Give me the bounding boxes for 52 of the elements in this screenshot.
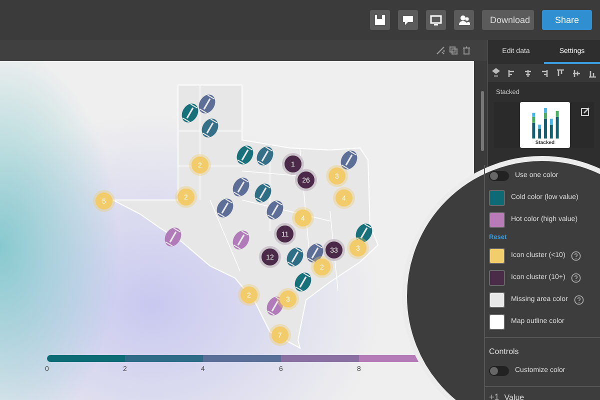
trash-icon[interactable] [462, 46, 471, 55]
toggle-switch[interactable] [489, 366, 509, 376]
color-swatch[interactable] [489, 190, 505, 206]
align-bottom-icon[interactable] [588, 68, 596, 78]
football-icon[interactable] [198, 94, 216, 114]
football-icon[interactable] [306, 244, 324, 262]
toggle-switch[interactable] [489, 171, 509, 181]
color-swatch[interactable] [489, 314, 505, 330]
football-icon[interactable] [202, 118, 218, 138]
help-icon[interactable] [571, 273, 582, 283]
monitor-icon [430, 14, 442, 26]
football-icon[interactable] [294, 272, 312, 292]
football-icon[interactable] [340, 150, 358, 170]
help-icon[interactable] [571, 251, 582, 261]
magic-wand-icon[interactable] [436, 46, 445, 55]
align-middle-icon[interactable] [572, 68, 580, 78]
color-swatch[interactable] [489, 212, 505, 228]
football-icon[interactable] [266, 200, 284, 220]
monitor-button[interactable] [426, 10, 446, 30]
people-button[interactable] [454, 10, 474, 30]
color-swatch[interactable] [489, 292, 505, 308]
football-icon[interactable] [232, 230, 250, 250]
section-title: Value [504, 392, 524, 400]
speech-bubble-button[interactable] [398, 10, 418, 30]
football-icon[interactable] [256, 146, 274, 166]
football-icon[interactable] [232, 178, 250, 196]
section-title: Controls [485, 337, 600, 360]
floppy-button[interactable] [370, 10, 390, 30]
football-icon[interactable] [356, 224, 372, 242]
floppy-icon [374, 14, 386, 26]
football-icon[interactable] [254, 184, 272, 202]
align-center-icon[interactable] [524, 68, 532, 78]
football-icon[interactable] [164, 228, 182, 246]
copy-icon[interactable] [449, 46, 458, 55]
help-icon[interactable] [574, 295, 584, 305]
share-button[interactable]: Share [542, 10, 592, 30]
football-icon[interactable] [286, 248, 304, 266]
color-swatch[interactable] [489, 270, 505, 286]
color-swatch[interactable] [489, 248, 505, 264]
football-icon[interactable] [182, 104, 198, 122]
align-top-icon[interactable] [556, 68, 564, 78]
align-left-icon[interactable] [508, 68, 516, 78]
edit-icon[interactable] [581, 106, 590, 116]
plus-one-icon: +1 [489, 391, 500, 400]
scrollbar-thumb[interactable] [481, 91, 484, 151]
align-right-icon[interactable] [540, 68, 548, 78]
people-icon [458, 14, 470, 26]
football-icon[interactable] [216, 198, 234, 218]
download-button[interactable]: Download [482, 10, 534, 30]
speech-bubble-icon [402, 14, 414, 26]
football-icon[interactable] [236, 146, 254, 164]
layers-icon[interactable] [492, 68, 500, 78]
